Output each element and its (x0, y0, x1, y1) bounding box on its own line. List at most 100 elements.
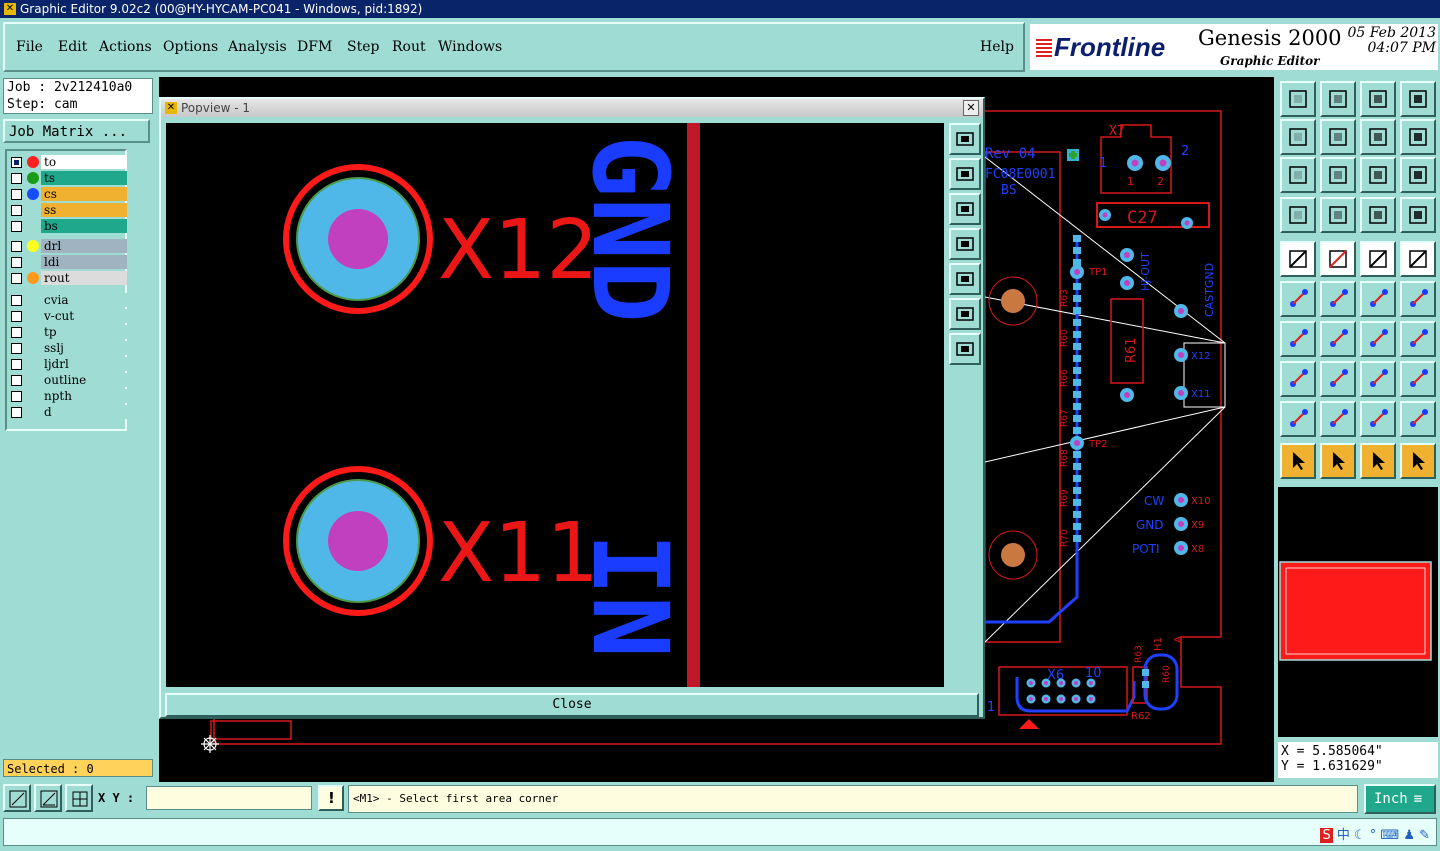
rotate-icon[interactable] (1360, 119, 1396, 155)
help-icon[interactable] (1400, 157, 1436, 193)
layer-row-cs[interactable]: cs (9, 187, 127, 201)
layer-checkbox[interactable] (11, 391, 22, 402)
menu-dfm[interactable]: DFM (297, 39, 332, 55)
layer-checkbox[interactable] (11, 311, 22, 322)
menu-windows[interactable]: Windows (438, 39, 502, 55)
layer-toggle2-icon[interactable] (1400, 197, 1436, 233)
flip-icon[interactable] (1400, 321, 1436, 357)
menu-file[interactable]: File (16, 39, 43, 55)
triangle-icon[interactable] (1280, 401, 1316, 437)
popview-close-icon[interactable]: ✕ (963, 100, 979, 116)
popview-close-button[interactable]: Close (165, 693, 979, 717)
pointer-icon[interactable] (1280, 443, 1316, 479)
settings-icon[interactable] (1280, 197, 1316, 233)
layer-row-outline[interactable]: outline (9, 373, 127, 387)
popview-center-icon[interactable] (949, 333, 981, 365)
popview-zoom-icon[interactable] (949, 123, 981, 155)
measure-icon[interactable] (34, 784, 62, 812)
pan-right-icon[interactable] (1320, 119, 1356, 155)
layer-row-drl[interactable]: drl (9, 239, 127, 253)
layer-row-ldi[interactable]: ldi (9, 255, 127, 269)
alert-icon[interactable]: ! (318, 785, 344, 811)
job-matrix-button[interactable]: Job Matrix ... (3, 119, 150, 143)
menu-analysis[interactable]: Analysis (228, 39, 287, 55)
menu-options[interactable]: Options (163, 39, 218, 55)
menu-actions[interactable]: Actions (99, 39, 152, 55)
triangle2-icon[interactable] (1320, 401, 1356, 437)
slope-icon[interactable] (1320, 321, 1356, 357)
measure-icon[interactable] (1360, 361, 1396, 397)
fit-icon[interactable] (1280, 157, 1316, 193)
zoom-area-icon[interactable] (3, 784, 31, 812)
layer-row-d[interactable]: d (9, 405, 127, 419)
mirror-icon[interactable] (1400, 119, 1436, 155)
layer-row-cvia[interactable]: cvia (9, 293, 127, 307)
area-icon[interactable] (1400, 241, 1436, 277)
angle-icon[interactable] (1280, 321, 1316, 357)
scale-icon[interactable] (1360, 157, 1396, 193)
pointer-select-icon[interactable] (1360, 443, 1396, 479)
popview-right-icon[interactable] (949, 263, 981, 295)
zoom-home-icon[interactable] (1280, 81, 1316, 117)
popview-canvas[interactable]: GND IN X12 X11 (166, 123, 944, 687)
layer-checkbox[interactable] (11, 359, 22, 370)
cross-icon[interactable] (1320, 281, 1356, 317)
path-icon[interactable] (1400, 443, 1436, 479)
layer-checkbox[interactable] (11, 273, 22, 284)
overview-map[interactable] (1278, 487, 1438, 737)
group-icon[interactable] (1400, 361, 1436, 397)
layer-checkbox[interactable] (11, 375, 22, 386)
layer-row-ljdrl[interactable]: ljdrl (9, 357, 127, 371)
layer-checkbox[interactable] (11, 205, 22, 216)
copy-icon[interactable] (1400, 281, 1436, 317)
menu-step[interactable]: Step (347, 39, 379, 55)
pan-left-icon[interactable] (1280, 119, 1316, 155)
zoom-back-icon[interactable] (1320, 81, 1356, 117)
pad-icon[interactable] (1280, 361, 1316, 397)
popview-left-icon[interactable] (949, 228, 981, 260)
layer-checkbox[interactable] (11, 157, 22, 168)
layer-row-bs[interactable]: bs (9, 219, 127, 233)
layer-checkbox[interactable] (11, 189, 22, 200)
triangle4-icon[interactable] (1400, 401, 1436, 437)
menu-rout[interactable]: Rout (392, 39, 426, 55)
menu-help[interactable]: Help (980, 39, 1014, 55)
center-icon[interactable] (1320, 157, 1356, 193)
layer-checkbox[interactable] (11, 241, 22, 252)
layer-row-rout[interactable]: rout (9, 271, 127, 285)
units-selector[interactable]: Inch ≡ (1364, 784, 1436, 814)
select-icon[interactable] (1280, 241, 1316, 277)
popview-down-icon[interactable] (949, 193, 981, 225)
layer-toggle-icon[interactable] (1360, 197, 1396, 233)
draw-line-icon[interactable] (1320, 241, 1356, 277)
popview-up-icon[interactable] (949, 158, 981, 190)
triangle3-icon[interactable] (1360, 401, 1396, 437)
pointer-box-icon[interactable] (1320, 443, 1356, 479)
grid-icon[interactable] (65, 784, 93, 812)
grid-view-icon[interactable] (1320, 197, 1356, 233)
layer-checkbox[interactable] (11, 257, 22, 268)
line-icon[interactable] (1320, 361, 1356, 397)
layer-checkbox[interactable] (11, 295, 22, 306)
net-icon[interactable] (1280, 281, 1316, 317)
house-icon[interactable] (1360, 81, 1396, 117)
layer-checkbox[interactable] (11, 343, 22, 354)
layer-checkbox[interactable] (11, 327, 22, 338)
ruler-icon[interactable] (1360, 241, 1396, 277)
layer-row-v-cut[interactable]: v-cut (9, 309, 127, 323)
window-icon[interactable] (1400, 81, 1436, 117)
layer-row-sslj[interactable]: sslj (9, 341, 127, 355)
layer-row-ts[interactable]: ts (9, 171, 127, 185)
menu-edit[interactable]: Edit (58, 39, 87, 55)
layer-row-npth[interactable]: npth (9, 389, 127, 403)
ime-tray-icon[interactable]: S 中 ☾ ° ⌨ ♟ ✎ (1320, 824, 1430, 843)
layer-row-to[interactable]: to (9, 155, 127, 169)
layer-row-ss[interactable]: ss (9, 203, 127, 217)
arc-icon[interactable] (1360, 321, 1396, 357)
layer-checkbox[interactable] (11, 173, 22, 184)
xy-input[interactable] (146, 786, 312, 810)
layer-checkbox[interactable] (11, 407, 22, 418)
layer-checkbox[interactable] (11, 221, 22, 232)
popview-fit-icon[interactable] (949, 298, 981, 330)
layer-row-tp[interactable]: tp (9, 325, 127, 339)
